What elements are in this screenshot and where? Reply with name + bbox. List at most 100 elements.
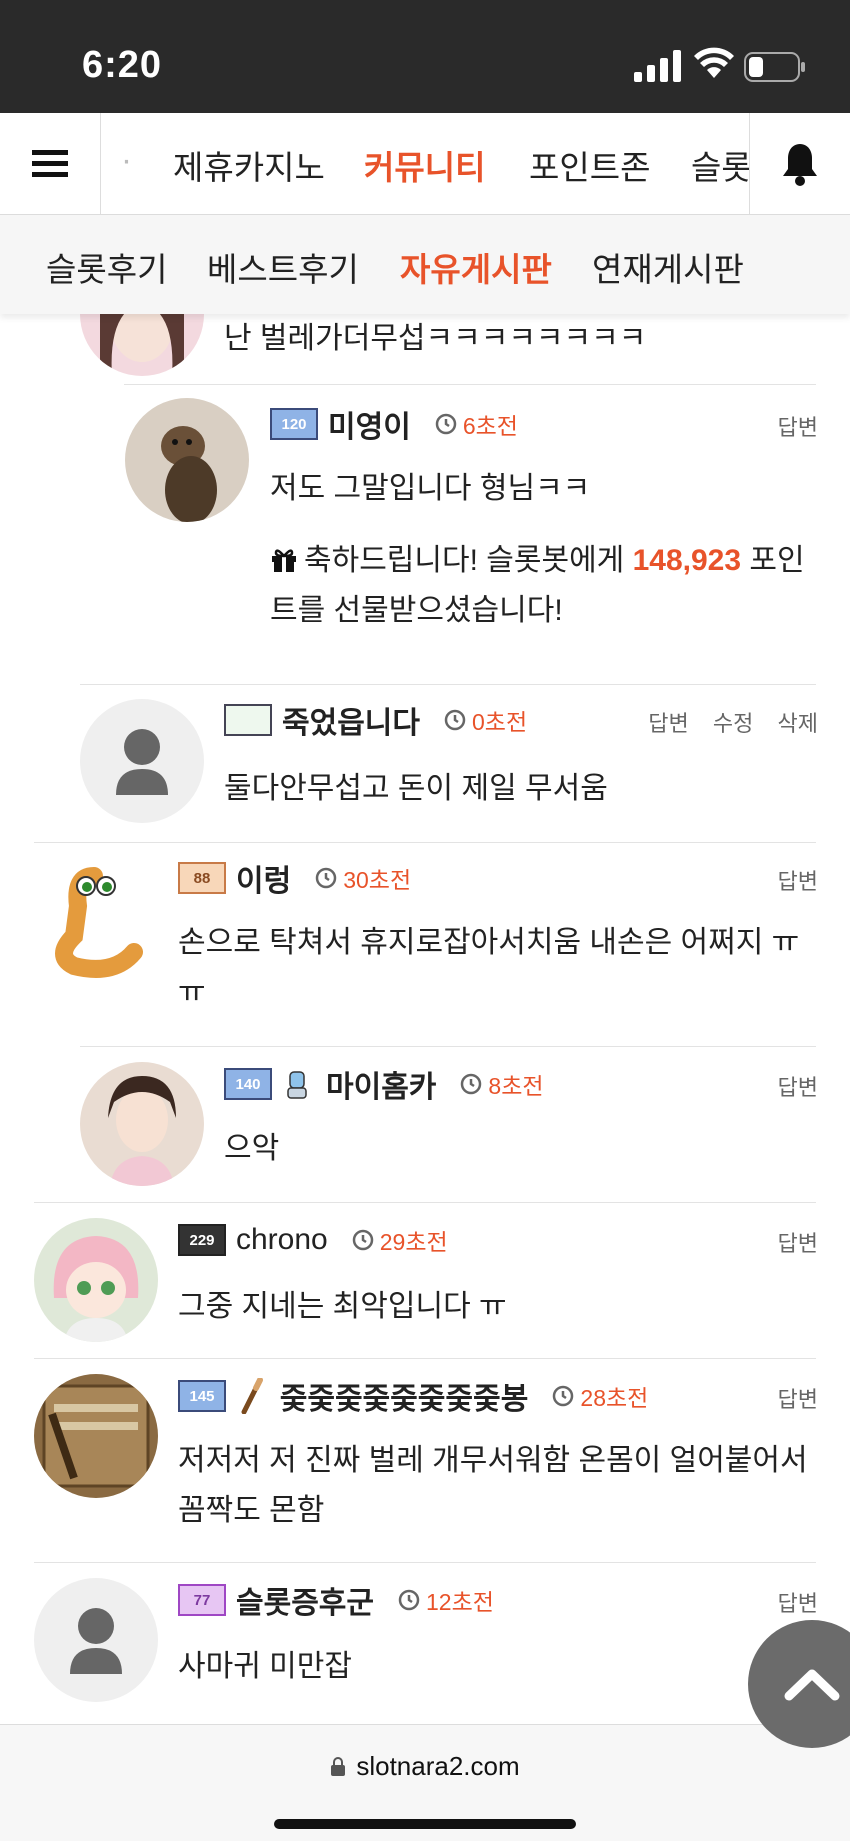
menu-icon bbox=[32, 150, 68, 177]
comment-item: 죽었읍니다 0초전 답변 수정 삭제 둘다안무섭고 돈이 제일 무서움 bbox=[0, 684, 850, 834]
signal-icon bbox=[634, 50, 681, 82]
timestamp-text: 28초전 bbox=[580, 1385, 649, 1411]
nickname[interactable]: 이렁 bbox=[236, 856, 291, 900]
comment-header: 229 chrono 29초전 bbox=[178, 1220, 448, 1260]
comment-text: 그중 지네는 최악입니다 ㅠ bbox=[178, 1290, 507, 1323]
level-badge: 77 bbox=[178, 1584, 226, 1616]
sub-nav-slot-review[interactable]: 슬롯후기 bbox=[46, 243, 167, 291]
status-bar: 6:20 bbox=[0, 0, 850, 113]
reply-button[interactable]: 답변 bbox=[778, 1591, 818, 1616]
nav-item-community[interactable]: 커뮤니티 bbox=[364, 141, 485, 189]
comment-header: 77 슬롯증후군 12초전 bbox=[178, 1580, 494, 1620]
delete-button[interactable]: 삭제 bbox=[778, 711, 818, 736]
bell-icon bbox=[783, 144, 817, 186]
timestamp: 6초전 bbox=[435, 407, 518, 441]
level-badge: 140 bbox=[224, 1068, 272, 1100]
comment-text: 난 벌레가더무섭ㅋㅋㅋㅋㅋㅋㅋㅋ bbox=[224, 322, 647, 355]
comment-actions: 답변 bbox=[760, 1586, 818, 1618]
comment-text-line-1: 손으로 탁쳐서 휴지로잡아서치움 내손은 어쩌지 ㅠ bbox=[178, 926, 800, 959]
comment-actions: 답변 bbox=[760, 864, 818, 896]
character-icon bbox=[287, 1071, 307, 1099]
clock-icon bbox=[444, 709, 466, 731]
comment-item: 88 이렁 30초전 답변 손으로 탁쳐서 휴지로잡아서치움 내손은 어쩌지 ㅠ… bbox=[0, 842, 850, 1018]
sub-nav: 슬롯후기 베스트후기 자유게시판 연재게시판 bbox=[0, 215, 850, 314]
comment-header: 120 미영이 6초전 bbox=[270, 404, 518, 444]
nickname[interactable]: 슬롯증후군 bbox=[236, 1578, 374, 1622]
nickname[interactable]: 죽었읍니다 bbox=[282, 698, 420, 742]
comment-text: 저도 그말입니다 형님ㅋㅋ bbox=[270, 472, 591, 505]
clock-icon bbox=[352, 1229, 373, 1251]
nickname[interactable]: 마이홈카 bbox=[326, 1062, 436, 1106]
level-badge: 120 bbox=[270, 408, 318, 440]
comment-text: 저저저 저 진짜 벌레 개무서워함 온몸이 얼어붙어서 꼼짝도 몬함 bbox=[178, 1436, 818, 1536]
nav-item-hidden[interactable]: · bbox=[121, 141, 132, 179]
comment-actions: 답변 수정 삭제 bbox=[630, 706, 818, 738]
chevron-up-icon bbox=[784, 1669, 840, 1701]
top-nav-scroller[interactable]: · 제휴카지노 커뮤니티 포인트존 슬롯 bbox=[101, 113, 749, 215]
sub-nav-free-board[interactable]: 자유게시판 bbox=[400, 243, 552, 291]
avatar bbox=[125, 398, 249, 522]
comment-text-line-2: 꼼짝도 몬함 bbox=[178, 1494, 325, 1527]
reply-button[interactable]: 답변 bbox=[778, 869, 818, 894]
notification-button[interactable] bbox=[749, 113, 850, 215]
comment-item: 140 마이홈카 8초전 답변 으악 bbox=[0, 1046, 850, 1202]
clock-icon bbox=[461, 1073, 482, 1095]
sub-nav-serial-board[interactable]: 연재게시판 bbox=[592, 243, 744, 291]
comment-header: 88 이렁 30초전 bbox=[178, 858, 411, 898]
url-bar[interactable]: slotnara2.com bbox=[0, 1724, 850, 1841]
level-badge: 229 bbox=[178, 1224, 226, 1256]
comment-actions: 답변 bbox=[760, 1226, 818, 1258]
nickname[interactable]: 줒줒줒줒줒줒줒줒봉 bbox=[280, 1374, 528, 1418]
nav-item-point-zone[interactable]: 포인트존 bbox=[529, 141, 650, 189]
url-text: slotnara2.com bbox=[356, 1751, 520, 1781]
comment-item: 난 벌레가더무섭ㅋㅋㅋㅋㅋㅋㅋㅋ bbox=[0, 314, 850, 384]
menu-button[interactable] bbox=[0, 113, 101, 215]
timestamp-text: 8초전 bbox=[488, 1073, 544, 1099]
timestamp-text: 12초전 bbox=[426, 1589, 494, 1615]
comment-text: 으악 bbox=[224, 1132, 280, 1165]
comment-text: 손으로 탁쳐서 휴지로잡아서치움 내손은 어쩌지 ㅠ ㅠ bbox=[178, 918, 818, 1018]
battery-icon bbox=[744, 52, 805, 82]
timestamp-text: 29초전 bbox=[379, 1229, 448, 1255]
nickname[interactable]: 미영이 bbox=[328, 402, 411, 446]
comment-text-line-2: ㅠ bbox=[178, 976, 206, 1009]
url-display[interactable]: slotnara2.com bbox=[0, 1751, 850, 1782]
sub-nav-best-review[interactable]: 베스트후기 bbox=[207, 243, 359, 291]
home-indicator[interactable] bbox=[274, 1819, 576, 1829]
comment-header: 145 줒줒줒줒줒줒줒줒봉 28초전 bbox=[178, 1376, 648, 1416]
avatar bbox=[80, 1062, 204, 1186]
gift-points: 148,923 bbox=[632, 544, 742, 577]
comment-item: 77 슬롯증후군 12초전 답변 사마귀 미만잡 bbox=[0, 1562, 850, 1722]
timestamp-text: 30초전 bbox=[343, 867, 412, 893]
avatar bbox=[34, 856, 158, 980]
avatar bbox=[80, 699, 204, 823]
comment-actions: 답변 bbox=[760, 1070, 818, 1102]
timestamp: 8초전 bbox=[460, 1067, 544, 1101]
level-badge bbox=[224, 704, 272, 736]
comment-item: 229 chrono 29초전 답변 그중 지네는 최악입니다 ㅠ bbox=[0, 1202, 850, 1358]
nav-item-partner-casino[interactable]: 제휴카지노 bbox=[173, 141, 325, 189]
reply-button[interactable]: 답변 bbox=[778, 1075, 818, 1100]
clock-icon bbox=[553, 1385, 574, 1407]
clock-icon bbox=[315, 867, 337, 889]
edit-button[interactable]: 수정 bbox=[713, 711, 753, 736]
timestamp: 28초전 bbox=[552, 1379, 648, 1413]
gift-icon bbox=[272, 549, 296, 572]
comment-text: 사마귀 미만잡 bbox=[178, 1650, 352, 1683]
gift-text-suffix-2: 트를 선물받으셨습니다! bbox=[270, 594, 563, 627]
nav-item-slot[interactable]: 슬롯 bbox=[691, 141, 749, 189]
avatar bbox=[80, 314, 204, 376]
comment-item: 120 미영이 6초전 답변 저도 그말입니다 형님ㅋㅋ 축하드립니다! 슬롯봇… bbox=[0, 384, 850, 654]
reply-button[interactable]: 답변 bbox=[778, 1387, 818, 1412]
reply-button[interactable]: 답변 bbox=[778, 1231, 818, 1256]
reply-button[interactable]: 답변 bbox=[648, 711, 688, 736]
comment-actions: 답변 bbox=[760, 410, 818, 442]
timestamp: 30초전 bbox=[315, 861, 411, 895]
level-badge: 145 bbox=[178, 1380, 226, 1412]
reply-button[interactable]: 답변 bbox=[778, 415, 818, 440]
nickname[interactable]: chrono bbox=[236, 1223, 328, 1257]
avatar bbox=[34, 1578, 158, 1702]
level-badge: 88 bbox=[178, 862, 226, 894]
status-time: 6:20 bbox=[82, 44, 163, 86]
lock-icon bbox=[331, 1757, 346, 1776]
